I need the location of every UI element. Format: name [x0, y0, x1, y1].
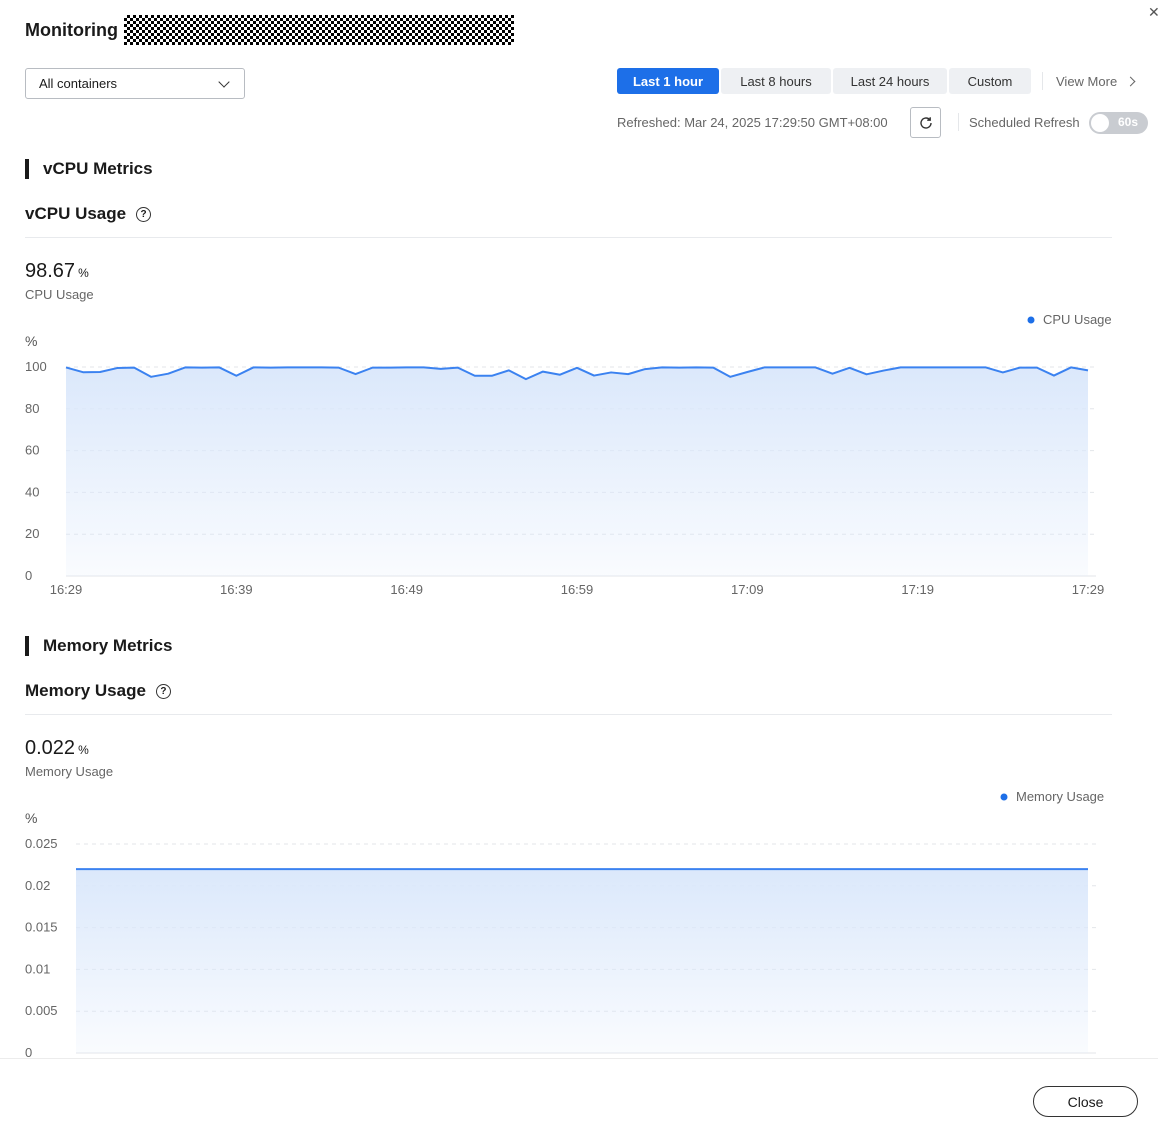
scheduled-refresh-label: Scheduled Refresh	[958, 113, 1080, 131]
page-title: Monitoring	[25, 19, 118, 40]
view-more-link[interactable]: View More	[1042, 72, 1136, 90]
vcpu-section-title: vCPU Metrics	[25, 159, 153, 179]
memory-usage-number: 0.022	[25, 737, 76, 759]
container-select-value: All containers	[39, 76, 118, 91]
dialog-header: Monitoring	[25, 15, 514, 45]
help-icon[interactable]: ?	[136, 206, 152, 222]
container-select[interactable]: All containers	[25, 68, 245, 99]
help-icon[interactable]: ?	[155, 683, 171, 699]
cpu-usage-chart[interactable]: CPU Usage% 100 80 60 40 20 0 16:29 16:39 16:49 16:…	[0, 305, 1158, 605]
memory-usage-title: Memory Usage ?	[25, 681, 171, 701]
vcpu-usage-title-text: vCPU Usage	[25, 204, 127, 223]
y-tick-label: 80	[25, 401, 39, 416]
memory-section-title: Memory Metrics	[25, 636, 172, 656]
y-tick-label: 20	[25, 526, 39, 541]
divider	[25, 237, 1112, 238]
view-more-label: View More	[1056, 73, 1118, 89]
y-tick-label: 0	[25, 568, 32, 583]
x-tick-label: 17:29	[1072, 582, 1105, 597]
close-icon[interactable]: ✕	[1148, 4, 1158, 18]
legend-marker	[1027, 316, 1035, 324]
memory-usage-unit: %	[78, 743, 89, 757]
tab-last-24-hours[interactable]: Last 24 hours	[833, 68, 947, 94]
cpu-usage-unit: %	[78, 266, 89, 280]
series-area	[76, 869, 1088, 1053]
x-tick-label: 17:19	[901, 582, 934, 597]
memory-usage-value: 0.022%	[25, 737, 89, 760]
y-tick-label: 100	[25, 359, 47, 374]
x-tick-label: 17:09	[731, 582, 764, 597]
memory-usage-title-text: Memory Usage	[25, 681, 146, 700]
legend-marker	[1000, 793, 1008, 801]
tab-last-1-hour[interactable]: Last 1 hour	[617, 68, 719, 94]
dialog-footer	[0, 1058, 1158, 1133]
series-area	[66, 367, 1088, 576]
refresh-button[interactable]	[910, 107, 941, 138]
legend-label: Memory Usage	[1016, 789, 1104, 804]
chevron-right-icon	[1125, 76, 1136, 86]
tab-custom[interactable]: Custom	[949, 68, 1031, 94]
y-tick-label: 0.005	[25, 1003, 58, 1018]
y-tick-label: 40	[25, 484, 39, 499]
legend-label: CPU Usage	[1043, 312, 1112, 327]
x-tick-label: 16:29	[50, 582, 83, 597]
memory-usage-chart[interactable]: Memory Usage%0.0250.020.0150.010.0050	[0, 782, 1158, 1062]
x-tick-label: 16:49	[390, 582, 423, 597]
y-tick-label: 60	[25, 443, 39, 458]
y-unit-label: %	[25, 810, 37, 826]
cpu-usage-number: 98.67	[25, 260, 76, 282]
y-tick-label: 0.025	[25, 836, 58, 851]
refresh-status: Refreshed: Mar 24, 2025 17:29:50 GMT+08:…	[617, 115, 888, 130]
close-button[interactable]: Close	[1033, 1086, 1138, 1117]
toggle-knob	[1091, 114, 1109, 132]
refresh-icon	[919, 116, 932, 129]
refreshed-timestamp: Refreshed: Mar 24, 2025 17:29:50 GMT+08:…	[617, 115, 888, 130]
y-tick-label: 0.015	[25, 920, 58, 935]
tab-last-8-hours[interactable]: Last 8 hours	[721, 68, 831, 94]
memory-usage-label: Memory Usage	[25, 764, 114, 779]
divider	[25, 714, 1112, 715]
time-range-group: Last 1 hour Last 8 hours Last 24 hours C…	[617, 68, 1031, 94]
scheduled-refresh-toggle[interactable]: 60s	[1089, 112, 1148, 134]
redacted-resource-name	[123, 15, 514, 45]
cpu-usage-value: 98.67%	[25, 260, 89, 283]
vcpu-usage-title: vCPU Usage ?	[25, 204, 152, 224]
chevron-down-icon	[218, 75, 230, 88]
x-tick-label: 16:59	[561, 582, 594, 597]
y-tick-label: 0.01	[25, 961, 50, 976]
x-tick-label: 16:39	[220, 582, 253, 597]
y-unit-label: %	[25, 333, 37, 349]
y-tick-label: 0.02	[25, 878, 50, 893]
refresh-interval: 60s	[1117, 115, 1138, 129]
cpu-usage-label: CPU Usage	[25, 287, 94, 302]
